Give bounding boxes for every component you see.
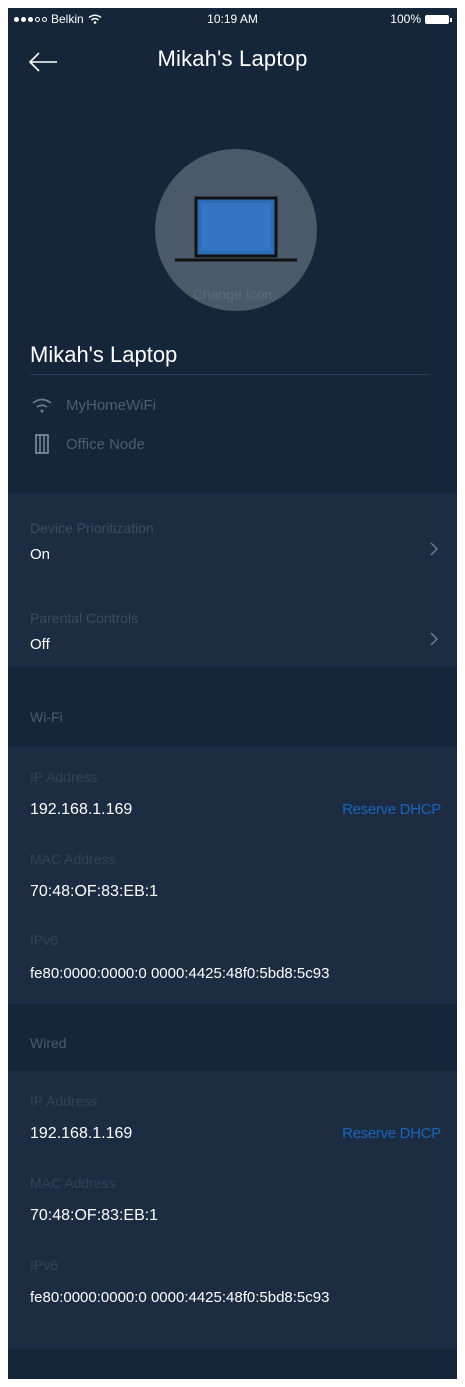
device-prioritization-value: On [30,546,51,563]
wifi-ip-label: IP Address [30,769,98,785]
status-bar: Belkin 10:19 AM 100% [8,8,457,38]
wifi-reserve-dhcp-link[interactable]: Reserve DHCP [342,801,441,818]
battery-icon [425,14,452,24]
page-title: Mikah's Laptop [157,46,308,71]
chevron-right-icon [430,632,439,646]
wifi-details-card: IP Address 192.168.1.169 Reserve DHCP MA… [8,746,457,1004]
parental-controls-label: Parental Controls [30,610,139,626]
wired-ip-label: IP Address [30,1093,98,1109]
change-icon-link[interactable]: Change Icon [8,286,457,302]
device-prioritization-label: Device Prioritization [30,520,154,536]
wifi-ipv6-label: IPv6 [30,932,59,948]
wifi-ipv6-value: fe80:0000:0000:0 0000:4425:48f0:5bd8:5c9… [30,965,330,982]
status-battery-group: 100% [390,12,452,26]
wired-section-header: Wired [30,1035,67,1051]
wifi-mac-value: 70:48:OF:83:EB:1 [30,883,159,900]
wired-ipv6-value: fe80:0000:0000:0 0000:4425:48f0:5bd8:5c9… [30,1289,330,1306]
wired-ip-value: 192.168.1.169 [30,1125,133,1142]
network-name: MyHomeWiFi [66,396,156,414]
network-info-row: MyHomeWiFi [30,394,156,416]
wifi-ip-value: 192.168.1.169 [30,801,133,818]
node-info-row: Office Node [30,433,145,455]
device-prioritization-row[interactable]: Device Prioritization On [30,520,439,563]
settings-card: Device Prioritization On Parental Contro… [8,494,457,666]
wired-ipv6-label: IPv6 [30,1257,59,1273]
parental-controls-value: Off [30,636,50,653]
battery-percent: 100% [390,12,421,26]
chevron-right-icon [430,542,439,556]
wifi-icon [32,398,52,413]
name-underline [30,374,430,375]
parental-controls-row[interactable]: Parental Controls Off [30,610,439,653]
node-icon [35,434,49,454]
wired-details-card: IP Address 192.168.1.169 Reserve DHCP MA… [8,1071,457,1349]
wired-reserve-dhcp-link[interactable]: Reserve DHCP [342,1125,441,1142]
device-name-field[interactable]: Mikah's Laptop [30,342,177,368]
wifi-mac-label: MAC Address [30,851,116,867]
node-name: Office Node [66,435,145,453]
wired-mac-value: 70:48:OF:83:EB:1 [30,1207,159,1224]
wifi-section-header: Wi-Fi [30,709,63,725]
wired-mac-label: MAC Address [30,1175,116,1191]
device-details-screen: Belkin 10:19 AM 100% Mikah's Laptop Chan… [8,8,457,1379]
